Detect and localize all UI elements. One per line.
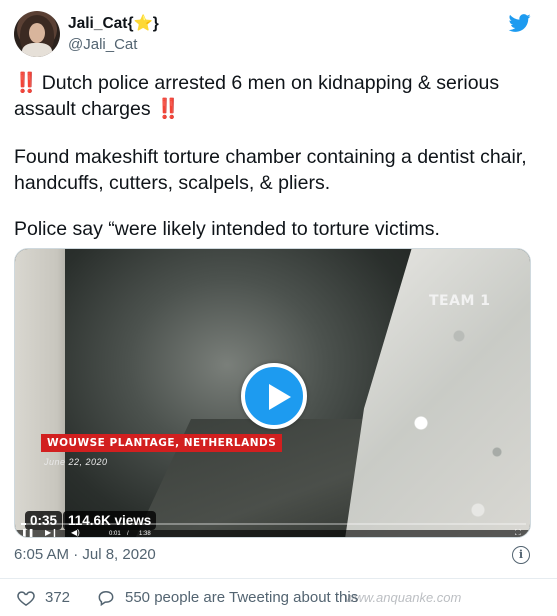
user-handle[interactable]: @Jali_Cat: [68, 36, 137, 53]
volume-icon[interactable]: ◀): [71, 528, 80, 537]
skip-next-icon[interactable]: ▶❙: [45, 528, 58, 537]
pause-icon[interactable]: ❚❚: [21, 528, 34, 537]
fullscreen-icon[interactable]: ⛶: [515, 528, 521, 537]
video-overlay-date: June 22, 2020: [44, 457, 108, 467]
site-watermark: www.anquanke.com: [345, 590, 462, 605]
video-progress-fill: [21, 523, 27, 525]
reply-bubble-icon[interactable]: [96, 588, 116, 608]
video-overlay-team: TEAM 1: [429, 293, 491, 309]
tweet-timestamp[interactable]: 6:05 AM · Jul 8, 2020: [14, 546, 156, 563]
video-current-time: 0:01: [109, 531, 121, 537]
video-time-separator: /: [127, 531, 129, 537]
video-progress-bar[interactable]: [21, 523, 526, 525]
avatar[interactable]: [14, 11, 60, 57]
video-overlay-location: WOUWSE PLANTAGE, NETHERLANDS: [41, 434, 283, 452]
double-exclamation-icon: ‼️: [14, 72, 38, 94]
tweet-line-1-text: Dutch police arrested 6 men on kidnappin…: [14, 72, 500, 120]
info-icon[interactable]: i: [512, 546, 530, 564]
video-control-bar: [15, 530, 530, 537]
video-player[interactable]: TEAM 1 WOUWSE PLANTAGE, NETHERLANDS June…: [14, 248, 531, 538]
tweet-line-3: Police say “were likely intended to tort…: [14, 218, 440, 240]
display-name[interactable]: Jali_Cat{⭐}: [68, 14, 159, 33]
tweet-card: Jali_Cat{⭐} @Jali_Cat ‼️ Dutch police ar…: [0, 0, 557, 616]
tweet-line-1: ‼️ Dutch police arrested 6 men on kidnap…: [14, 70, 544, 122]
tweet-line-2: Found makeshift torture chamber containi…: [14, 146, 527, 194]
play-button[interactable]: [241, 363, 307, 429]
double-exclamation-icon: ‼️: [156, 98, 180, 120]
star-emoji: ⭐: [133, 15, 153, 32]
twitter-bird-icon[interactable]: [508, 12, 532, 34]
video-duration: 1:38: [139, 531, 151, 537]
display-name-close: }: [152, 15, 159, 32]
display-name-text: Jali_Cat{: [68, 15, 134, 32]
heart-icon[interactable]: [16, 588, 36, 608]
like-count[interactable]: 372: [45, 588, 70, 608]
tweeting-about-link[interactable]: 550 people are Tweeting about this: [125, 588, 358, 608]
divider: [0, 578, 557, 579]
